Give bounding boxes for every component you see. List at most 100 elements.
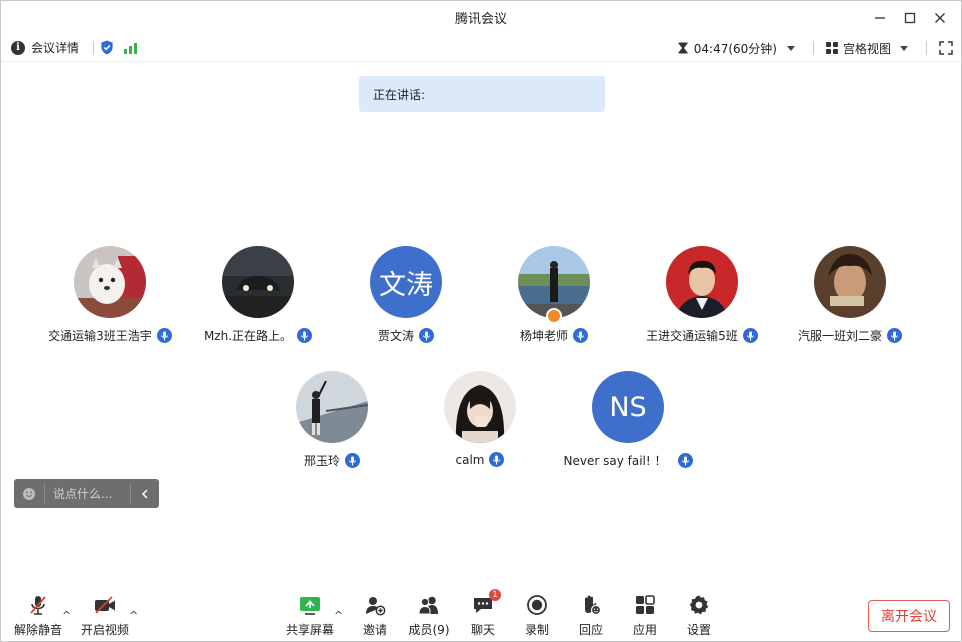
members-button[interactable]: 成员(9) [401, 593, 457, 639]
avatar-initials: NS [609, 391, 647, 423]
record-button[interactable]: 录制 [509, 593, 565, 639]
share-options-caret-icon[interactable]: ^ [334, 609, 343, 622]
settings-button[interactable]: 设置 [671, 593, 727, 639]
portrait-photo-avatar-icon [666, 246, 738, 318]
meeting-details-label: 会议详情 [31, 41, 80, 55]
share-screen-label: 共享屏幕 [285, 623, 334, 637]
leave-meeting-button[interactable]: 离开会议 [868, 600, 950, 632]
mic-icon [489, 452, 505, 467]
unmute-button[interactable]: 解除静音 [10, 593, 66, 639]
anime-photo-avatar-icon [814, 246, 886, 318]
minimize-icon [875, 16, 885, 19]
participant-tile[interactable]: 汽服一班刘二豪 [775, 246, 925, 344]
start-video-label: 开启视频 [80, 623, 129, 637]
divider [93, 40, 95, 55]
divider [926, 41, 927, 55]
view-mode-selector[interactable]: 宫格视图 [825, 40, 914, 57]
emoji-button[interactable] [14, 487, 44, 501]
avatar [296, 371, 368, 443]
avatar-initials: 文涛 [379, 269, 433, 301]
close-icon [935, 12, 945, 23]
chat-label: 聊天 [470, 623, 495, 637]
participant-tile[interactable]: 文涛 贾文涛 [331, 246, 481, 344]
settings-label: 设置 [686, 623, 711, 637]
car-photo-avatar-icon [222, 246, 294, 318]
maximize-icon [904, 12, 916, 23]
mic-icon [345, 453, 360, 468]
mic-icon [677, 453, 693, 468]
chat-button[interactable]: 1 聊天 [455, 589, 511, 639]
title-bar: 腾讯会议 [1, 1, 961, 34]
participant-name: Mzh.正在路上。 [203, 329, 293, 343]
info-icon: i [11, 40, 25, 55]
participant-name: 汽服一班刘二豪 [797, 329, 882, 343]
participant-tile[interactable]: 邢玉玲 [257, 371, 407, 469]
record-icon [527, 595, 547, 615]
dog-photo-avatar-icon [74, 246, 146, 318]
bridge-photo-avatar-icon [296, 371, 368, 443]
video-options-caret-icon[interactable]: ^ [129, 609, 138, 622]
window-title: 腾讯会议 [454, 12, 507, 27]
avatar [666, 246, 738, 318]
apps-button[interactable]: 应用 [617, 593, 673, 639]
smiley-icon [23, 487, 35, 500]
participant-tile[interactable]: calm [405, 371, 555, 467]
participant-name-row: Mzh.正在路上。 [203, 327, 313, 344]
security-shield-icon[interactable] [100, 40, 114, 55]
girl-photo-avatar-icon [444, 371, 516, 443]
mic-icon [887, 328, 902, 343]
react-button[interactable]: 回应 [563, 593, 619, 639]
participant-tile[interactable]: 交通运输3班王浩宇 [35, 246, 185, 344]
participant-name-row: 杨坤老师 [520, 327, 588, 344]
avatar [74, 246, 146, 318]
hourglass-icon [678, 42, 688, 54]
view-dropdown-caret-icon [900, 45, 908, 51]
participant-name-row: 贾文涛 [378, 327, 434, 344]
participant-tile[interactable]: 王进交通运输5班 [627, 246, 777, 344]
minimize-button[interactable] [865, 3, 895, 33]
members-icon [418, 596, 438, 615]
participant-name-row: calm [456, 452, 505, 467]
record-label: 录制 [524, 623, 549, 637]
invite-button[interactable]: 邀请 [347, 593, 403, 639]
chat-collapse-button[interactable] [131, 488, 159, 499]
mic-icon [573, 328, 588, 343]
avatar: 文涛 [370, 246, 442, 318]
audio-options-caret-icon[interactable]: ^ [62, 609, 71, 622]
participant-tile[interactable]: 杨坤老师 [479, 246, 629, 344]
timer-dropdown-caret-icon[interactable] [786, 45, 795, 51]
mic-icon [419, 328, 434, 343]
participant-tile[interactable]: Mzh.正在路上。 [183, 246, 333, 344]
gear-icon [689, 595, 709, 615]
participant-name: 邢玉玲 [303, 454, 340, 468]
chat-quick-input[interactable]: 说点什么... [14, 479, 159, 508]
mic-muted-icon [30, 596, 46, 615]
participant-tile[interactable]: NS Never say fail! ！ [553, 371, 703, 469]
maximize-button[interactable] [895, 3, 925, 33]
chat-input[interactable]: 说点什么... [44, 483, 131, 504]
participant-name: 交通运输3班王浩宇 [48, 329, 152, 343]
participant-name-row: 邢玉玲 [304, 452, 360, 469]
speaking-indicator: 正在讲话: [359, 76, 605, 112]
fullscreen-icon[interactable] [939, 41, 953, 55]
participant-name-row: 汽服一班刘二豪 [798, 327, 902, 344]
apps-grid-icon [636, 595, 655, 614]
mic-icon [742, 328, 758, 343]
network-signal-icon[interactable] [124, 42, 138, 54]
meeting-timer: 04:47(60分钟) [693, 41, 777, 56]
video-off-icon [95, 596, 115, 614]
participant-name-row: 交通运输3班王浩宇 [48, 327, 172, 344]
avatar: NS [592, 371, 664, 443]
chevron-left-icon [141, 488, 148, 499]
start-video-button[interactable]: 开启视频 [77, 593, 133, 639]
meeting-info-bar: i 会议详情 04:47(60分钟) 宫格视图 [1, 34, 961, 62]
divider [812, 41, 814, 55]
speaking-label: 正在讲话: [373, 87, 426, 102]
close-button[interactable] [925, 3, 955, 33]
meeting-details-button[interactable]: i 会议详情 [1, 39, 87, 56]
share-screen-button[interactable]: 共享屏幕 [282, 593, 338, 639]
avatar [518, 246, 590, 324]
share-screen-icon [300, 597, 320, 615]
view-mode-label: 宫格视图 [842, 41, 891, 56]
info-right-group: 04:47(60分钟) 宫格视图 [678, 34, 953, 62]
